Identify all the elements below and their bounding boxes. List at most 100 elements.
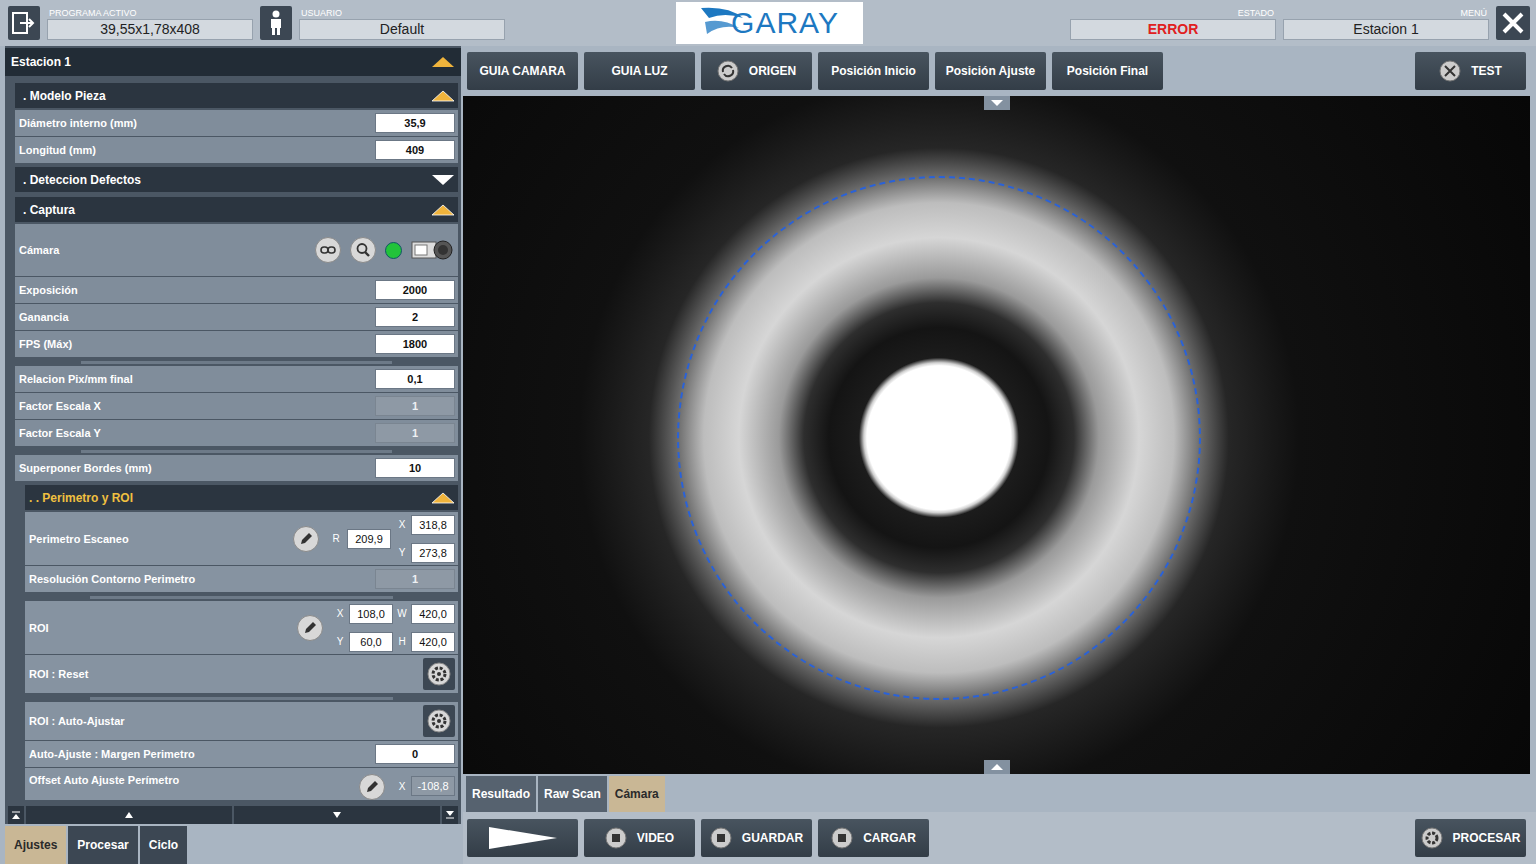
value-field[interactable]: 10 xyxy=(375,458,455,478)
play-icon xyxy=(487,825,559,851)
separator xyxy=(25,593,458,601)
collapse-icon xyxy=(431,492,455,504)
action-button[interactable]: CARGAR xyxy=(818,819,929,857)
gear-icon xyxy=(427,662,451,686)
value-field[interactable]: 409 xyxy=(375,140,455,160)
close-icon xyxy=(1500,10,1526,36)
menu-field[interactable]: MENÚ Estacion 1 xyxy=(1283,7,1489,40)
edit-button[interactable] xyxy=(293,526,319,552)
collapse-icon xyxy=(431,56,455,68)
collapse-bottom-button[interactable] xyxy=(984,760,1010,774)
scroll-down-icon[interactable] xyxy=(332,811,342,819)
camera-row: Cámara xyxy=(15,224,458,276)
value-field[interactable]: 35,9 xyxy=(375,113,455,133)
setting-row: FPS (Máx) 1800 xyxy=(15,331,458,357)
section-header[interactable]: . Deteccion Defectos xyxy=(15,167,458,192)
scroll-up-icon[interactable] xyxy=(124,811,134,819)
action-button[interactable]: GUARDAR xyxy=(701,819,812,857)
view-tab[interactable]: Cámara xyxy=(609,776,665,812)
setting-row: Longitud (mm) 409 xyxy=(15,137,458,163)
edit-button[interactable] xyxy=(359,774,385,800)
value-field[interactable]: 1800 xyxy=(375,334,455,354)
process-button[interactable]: PROCESAR xyxy=(1415,819,1526,857)
program-field: PROGRAMA ACTIVO 39,55x1,78x408 xyxy=(47,7,253,40)
tools-icon xyxy=(1439,60,1461,82)
section-header[interactable]: . Modelo Pieza xyxy=(15,83,458,108)
roi-field[interactable]: 108,0 xyxy=(349,604,393,624)
roi-field[interactable]: 60,0 xyxy=(349,632,393,652)
pencil-icon xyxy=(298,531,314,547)
collapse-icon xyxy=(431,90,455,102)
collapse-icon xyxy=(431,204,455,216)
radius-field[interactable]: 209,9 xyxy=(347,529,391,549)
search-icon[interactable] xyxy=(350,237,376,263)
up-arrow-icon xyxy=(990,763,1004,771)
setting-row: Factor Escala Y 1 xyxy=(15,420,458,446)
view-tab[interactable]: Resultado xyxy=(466,776,536,812)
roi-row: ROI X108,0W420,0Y60,0H420,0 xyxy=(25,601,458,654)
run-button[interactable] xyxy=(423,705,455,737)
offset-field: -108,8 xyxy=(411,776,455,796)
value-field: 1 xyxy=(375,396,455,416)
user-icon xyxy=(269,10,283,36)
test-button[interactable]: TEST xyxy=(1415,52,1526,90)
camera-view: GUIA CAMARA GUIA LUZ ORIGEN Posición Ini… xyxy=(463,46,1536,864)
setting-row: Relacion Pix/mm final 0,1 xyxy=(15,366,458,392)
exit-icon xyxy=(12,12,36,34)
coord-field[interactable]: 273,8 xyxy=(411,543,455,563)
status-field: ESTADO ERROR xyxy=(1070,7,1276,40)
toolbar: GUIA CAMARA GUIA LUZ ORIGEN Posición Ini… xyxy=(463,46,1536,96)
separator xyxy=(15,358,458,366)
action-button[interactable]: VIDEO xyxy=(584,819,695,857)
user-field: USUARIO Default xyxy=(299,7,505,40)
user-button[interactable] xyxy=(260,6,292,40)
value-field: 1 xyxy=(375,423,455,443)
toolbar-button[interactable]: Posición Final xyxy=(1052,52,1163,90)
value-field[interactable]: 0,1 xyxy=(375,369,455,389)
collapse-top-button[interactable] xyxy=(984,96,1010,110)
close-button[interactable] xyxy=(1496,6,1530,40)
view-tabs: ResultadoRaw ScanCámara xyxy=(463,774,1536,812)
down-arrow-icon xyxy=(990,99,1004,107)
setting-row: Exposición 2000 xyxy=(15,277,458,303)
view-tab[interactable]: Raw Scan xyxy=(538,776,607,812)
button-icon xyxy=(831,827,853,849)
inspection-app: PROGRAMA ACTIVO 39,55x1,78x408 USUARIO D… xyxy=(0,0,1536,864)
scroll-top-icon[interactable] xyxy=(11,810,21,820)
recycle-icon xyxy=(717,60,739,82)
roi-field[interactable]: 420,0 xyxy=(411,632,455,652)
toolbar-button[interactable]: ORIGEN xyxy=(701,52,812,90)
toolbar-button[interactable]: Posición Ajuste xyxy=(935,52,1046,90)
pencil-icon xyxy=(302,620,318,636)
play-button[interactable] xyxy=(467,819,578,857)
separator xyxy=(25,694,458,702)
value-field[interactable]: 2000 xyxy=(375,280,455,300)
mode-tab[interactable]: Procesar xyxy=(68,826,137,864)
setting-row: Superponer Bordes (mm) 10 xyxy=(15,455,458,481)
value-field[interactable]: 0 xyxy=(375,744,455,764)
value-field: 1 xyxy=(375,569,455,589)
link-icon[interactable] xyxy=(315,237,341,263)
section-header[interactable]: . . Perimetro y ROI xyxy=(25,485,458,510)
expand-icon xyxy=(431,174,455,186)
mode-tab[interactable]: Ciclo xyxy=(140,826,187,864)
toolbar-button[interactable]: Posición Inicio xyxy=(818,52,929,90)
toolbar-button[interactable]: GUIA CAMARA xyxy=(467,52,578,90)
camera-icon[interactable] xyxy=(411,239,455,261)
value-field[interactable]: 2 xyxy=(375,307,455,327)
scroll-bottom-icon[interactable] xyxy=(445,810,455,820)
scan-perimeter[interactable] xyxy=(677,176,1201,700)
perimeter-row: Perimetro Escaneo R 209,9 X318,8Y273,8 xyxy=(25,512,458,565)
coord-field[interactable]: 318,8 xyxy=(411,515,455,535)
top-bar: PROGRAMA ACTIVO 39,55x1,78x408 USUARIO D… xyxy=(0,0,1536,46)
roi-field[interactable]: 420,0 xyxy=(411,604,455,624)
run-button[interactable] xyxy=(423,658,455,690)
station-header[interactable]: Estacion 1 xyxy=(5,48,461,76)
toolbar-button[interactable]: GUIA LUZ xyxy=(584,52,695,90)
bottom-bar: VIDEO GUARDAR CARGAR PROCESAR xyxy=(463,812,1536,864)
mode-tab[interactable]: Ajustes xyxy=(5,826,66,864)
scrollbar[interactable] xyxy=(5,806,461,824)
section-header[interactable]: . Captura xyxy=(15,197,458,222)
edit-button[interactable] xyxy=(297,615,323,641)
exit-button[interactable] xyxy=(8,6,40,40)
